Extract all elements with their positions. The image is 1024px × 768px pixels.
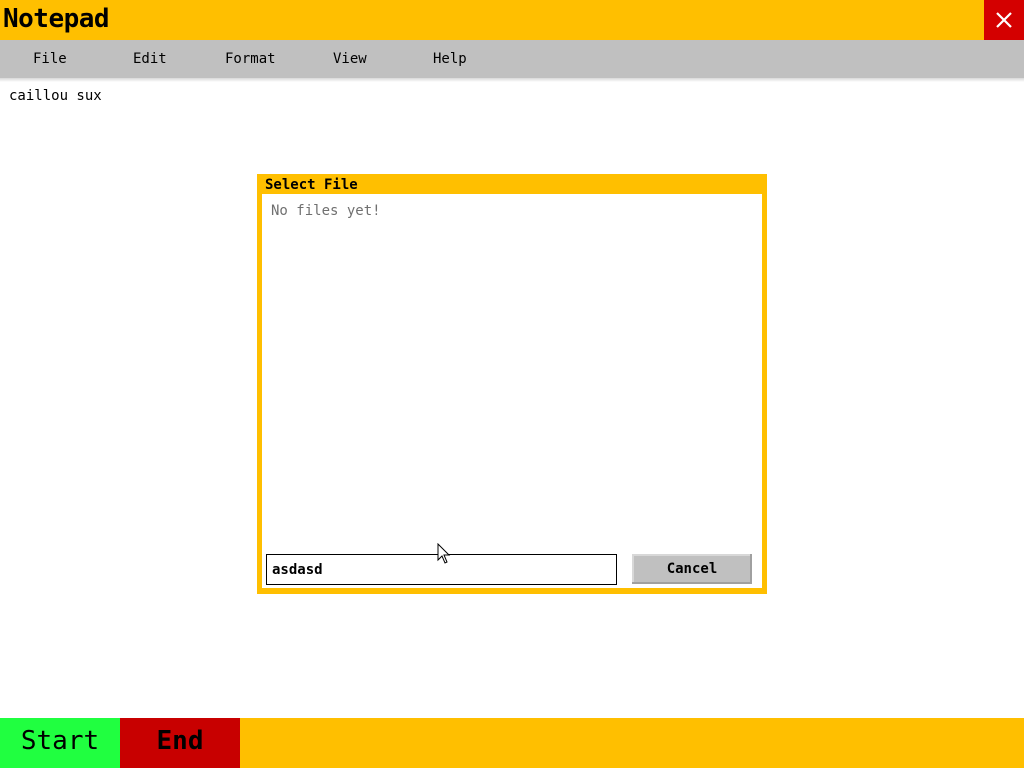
menu-bar: File Edit Format View Help [0, 40, 1024, 82]
empty-file-list-message: No files yet! [271, 203, 381, 219]
menu-help[interactable]: Help [433, 40, 467, 78]
file-list[interactable]: No files yet! Cancel [262, 194, 762, 588]
menu-edit[interactable]: Edit [133, 40, 167, 78]
menu-view[interactable]: View [333, 40, 367, 78]
menu-format[interactable]: Format [225, 40, 276, 78]
close-icon [996, 12, 1012, 28]
arrow-cursor-icon [437, 543, 451, 564]
app-title: Notepad [3, 4, 110, 34]
dialog-title: Select File [265, 177, 358, 193]
close-button[interactable] [984, 0, 1024, 40]
cancel-button[interactable]: Cancel [632, 554, 752, 584]
start-button[interactable]: Start [0, 718, 120, 768]
menu-file[interactable]: File [33, 40, 67, 78]
end-button[interactable]: End [120, 718, 240, 768]
document-text-area[interactable]: caillou sux [9, 88, 102, 104]
title-bar: Notepad [0, 0, 1024, 40]
select-file-dialog: Select File No files yet! Cancel [257, 174, 767, 594]
taskbar: Start End [0, 718, 1024, 768]
